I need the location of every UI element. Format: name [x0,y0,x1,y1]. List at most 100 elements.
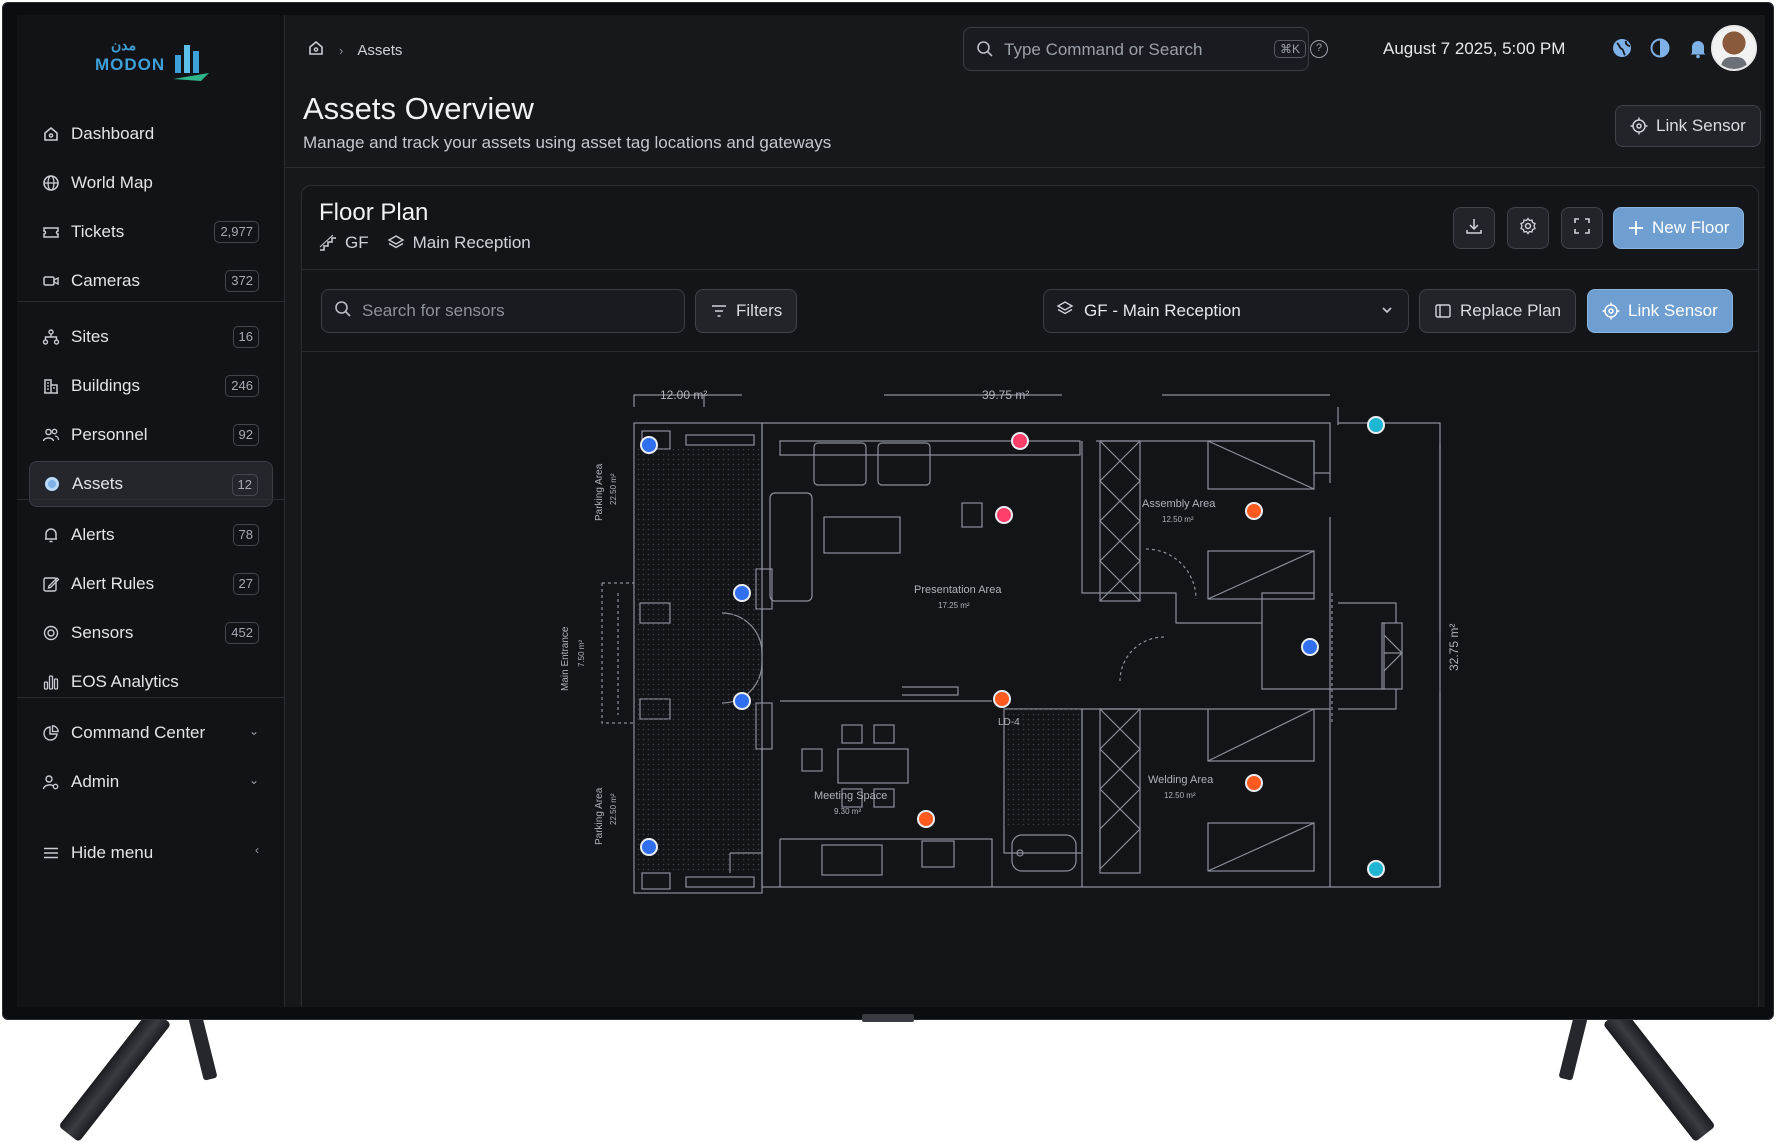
floor-select-value: GF - Main Reception [1084,301,1241,320]
sidebar-item-label: Admin [71,772,120,791]
datetime-label: August 7 2025, 5:00 PM [1383,39,1566,58]
sidebar-item-label: Sites [71,327,109,346]
sidebar-item-buildings[interactable]: Buildings 246 [29,363,273,409]
chevron-down-icon [1380,302,1394,322]
sidebar-item-world-map[interactable]: World Map [29,160,273,206]
sidebar-item-tickets[interactable]: Tickets 2,977 [29,209,273,255]
sidebar-item-personnel[interactable]: Personnel 92 [29,412,273,458]
sidebar-item-sensors[interactable]: Sensors 452 [29,610,273,656]
floor-plan-drawing: 12.00 m² 39.75 m² 32.75 m² Parking Area … [560,388,1461,894]
sensor-marker-orange[interactable] [993,690,1011,708]
sidebar-item-eos-analytics[interactable]: EOS Analytics [29,659,273,705]
app-screen: مدن MODON Dashboard World Map Tickets 2,… [17,15,1765,1007]
command-search-input[interactable]: Type Command or Search ⌘K ? [963,27,1328,71]
ticket-icon [41,222,61,242]
sensor-marker-blue[interactable] [640,838,658,856]
link-sensor-header-button[interactable]: Link Sensor [1615,105,1761,147]
tv-foot-left [188,1015,218,1081]
sensor-marker-orange[interactable] [1245,774,1263,792]
user-avatar[interactable] [1711,25,1757,71]
chevron-left-icon: ‹ [255,843,259,857]
sensor-marker-orange[interactable] [917,810,935,828]
sensor-search-input[interactable]: Search for sensors [321,289,685,333]
new-floor-label: New Floor [1652,218,1730,237]
sidebar-item-assets[interactable]: Assets 12 [29,461,273,507]
count-badge: 372 [225,270,259,292]
sidebar-item-dashboard[interactable]: Dashboard [29,111,273,157]
header-divider [285,167,1765,168]
filters-button[interactable]: Filters [695,289,798,333]
breadcrumb-current[interactable]: Assets [357,42,402,59]
sidebar-item-cameras[interactable]: Cameras 372 [29,258,273,304]
plus-icon [1628,220,1644,236]
home-icon [41,124,61,144]
new-floor-button[interactable]: New Floor [1613,207,1745,249]
users-icon [41,425,61,445]
home-icon[interactable] [307,39,325,61]
building-icon [41,376,61,396]
brand-logo[interactable]: مدن MODON [95,37,215,87]
floor-plan-canvas[interactable]: 12.00 m² 39.75 m² 32.75 m² Parking Area … [302,353,1758,1007]
theme-toggle-icon[interactable] [1649,37,1671,59]
shortcut-badge: ⌘K [1274,40,1307,58]
sensor-marker-blue[interactable] [733,584,751,602]
sidebar-divider [17,301,285,302]
link-sensor-button[interactable]: Link Sensor [1587,289,1733,333]
tv-stand-right [1602,1007,1716,1142]
sensor-marker-pink[interactable] [995,506,1013,524]
sensor-marker-blue[interactable] [733,692,751,710]
floor-select-dropdown[interactable]: GF - Main Reception [1043,289,1409,333]
floor-plan-meta: GF Main Reception [319,233,531,253]
download-button[interactable] [1453,207,1495,249]
sidebar-item-admin[interactable]: Admin ⌄ [29,759,273,805]
hide-menu-button[interactable]: Hide menu ‹ [29,830,273,876]
dimension-top-right: 39.75 m² [982,388,1029,402]
floor-level: GF [345,233,369,252]
sidebar-item-label: Personnel [71,425,148,444]
user-gear-icon [41,772,61,792]
count-badge: 16 [232,326,259,348]
sensor-marker-cyan[interactable] [1367,416,1385,434]
tv-frame: مدن MODON Dashboard World Map Tickets 2,… [0,0,1776,1142]
sidebar-item-alerts[interactable]: Alerts 78 [29,512,273,558]
sidebar-item-label: Buildings [71,376,140,395]
fullscreen-button[interactable] [1561,207,1603,249]
globe-icon [41,173,61,193]
sensor-marker-blue[interactable] [640,436,658,454]
expand-icon [1573,217,1591,240]
sidebar-item-label: Cameras [71,271,140,290]
main-entrance-label: Main Entrance [560,626,571,691]
target-icon [1630,117,1648,135]
chevron-down-icon[interactable]: ⌄ [249,773,259,787]
globe-icon[interactable] [1611,37,1633,59]
sidebar-item-label: Sensors [71,623,134,642]
breadcrumb: › Assets [307,39,402,61]
dimension-top-left: 12.00 m² [660,388,707,402]
sensor-marker-blue[interactable] [1301,638,1319,656]
help-icon[interactable]: ? [1310,40,1328,58]
notification-bell-icon[interactable] [1687,37,1709,59]
chevron-right-icon: › [339,42,344,58]
sidebar-item-label: Alert Rules [71,574,155,593]
count-badge: 2,977 [214,221,259,243]
sidebar-item-label: Dashboard [71,124,155,143]
panel-divider [302,269,1758,270]
count-badge: 452 [225,622,259,644]
pie-icon [41,723,61,743]
floor-area-name: Main Reception [412,233,531,252]
gear-icon [1519,216,1537,240]
sensor-marker-cyan[interactable] [1367,860,1385,878]
settings-button[interactable] [1507,207,1549,249]
count-badge: 246 [225,375,259,397]
sidebar-item-alert-rules[interactable]: Alert Rules 27 [29,561,273,607]
chevron-down-icon[interactable]: ⌄ [249,724,259,738]
sensor-marker-orange[interactable] [1245,502,1263,520]
sensor-marker-pink[interactable] [1011,432,1029,450]
sidebar-item-label: Command Center [71,723,206,742]
sidebar-item-sites[interactable]: Sites 16 [29,314,273,360]
parking-bottom-label: Parking Area [594,787,605,845]
sidebar: مدن MODON Dashboard World Map Tickets 2,… [17,15,285,1007]
sidebar-item-command-center[interactable]: Command Center ⌄ [29,710,273,756]
replace-plan-button[interactable]: Replace Plan [1419,289,1577,333]
parking-top-label: Parking Area [594,463,605,521]
